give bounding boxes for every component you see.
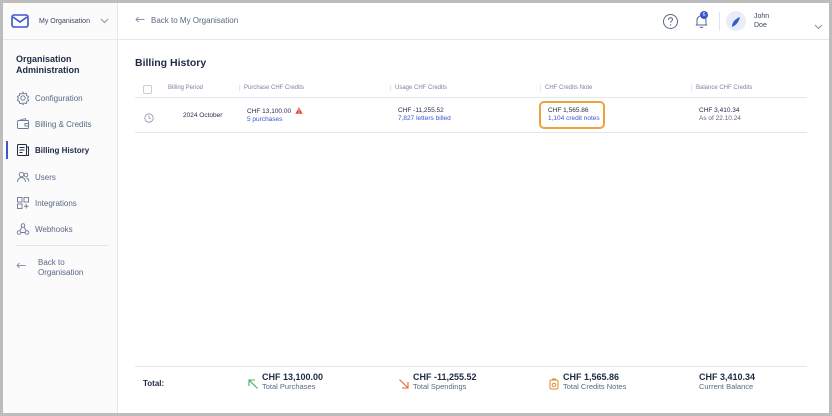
column-header-usage[interactable]: Usage CHF Credits	[390, 85, 447, 91]
app-window: My Organisation Organisation Administrat…	[3, 3, 829, 413]
table-header: Billing Period Purchase CHF Credits Usag…	[135, 82, 807, 98]
purchases-link[interactable]: 5 purchases	[247, 116, 302, 124]
total-purchases-value: CHF 13,100.00	[262, 372, 324, 382]
total-purchases-label: Total Purchases	[262, 382, 316, 391]
users-icon	[16, 170, 30, 184]
page-title: Billing History	[135, 57, 207, 69]
sidebar-item-label: Configuration	[35, 93, 83, 103]
total-spendings: CHF -11,255.52 Total Spendings	[398, 372, 477, 392]
total-credit-notes-label: Total Credits Notes	[563, 382, 627, 391]
back-to-organisation-label: Back to Organisation	[38, 258, 84, 277]
coins-icon	[548, 377, 560, 390]
sidebar-item-users[interactable]: Users	[3, 167, 118, 187]
table-row[interactable]: 2024 October CHF 13,100.00 5 purchases C…	[135, 98, 807, 133]
arrow-left-icon	[16, 262, 26, 271]
sidebar-item-label: Users	[35, 172, 56, 182]
purchase-amount: CHF 13,100.00	[247, 108, 292, 115]
org-switcher[interactable]: My Organisation	[3, 3, 118, 40]
arrow-down-right-icon	[398, 377, 410, 389]
wallet-icon	[16, 117, 30, 131]
org-name: My Organisation	[39, 17, 90, 25]
top-header: Back to My Organisation 6 John Doe	[118, 3, 829, 40]
sidebar-item-configuration[interactable]: Configuration	[3, 88, 118, 108]
total-spendings-label: Total Spendings	[413, 382, 467, 391]
header-divider	[719, 12, 720, 31]
avatar[interactable]	[726, 11, 746, 31]
user-first-name: John	[754, 13, 770, 20]
purchase-cell: CHF 13,100.00 5 purchases	[247, 107, 303, 124]
arrow-up-left-icon	[247, 377, 259, 389]
mail-logo-icon	[11, 14, 29, 28]
sidebar-divider	[16, 245, 108, 246]
arrow-left-icon	[135, 15, 145, 25]
back-to-organisation-link[interactable]: Back to Organisation	[16, 257, 111, 278]
chevron-down-icon[interactable]	[814, 17, 824, 30]
totals-label: Total:	[143, 379, 165, 388]
credits-note-cell: CHF 1,565.86 1,104 credit notes	[548, 107, 600, 123]
usage-cell: CHF -11,255.52 7,827 letters billed	[398, 107, 451, 123]
balance-cell: CHF 3,410.34 As of 22.10.24	[699, 107, 741, 123]
billing-period-cell: 2024 October	[183, 112, 222, 120]
column-header-purchase[interactable]: Purchase CHF Credits	[239, 85, 304, 91]
select-all-checkbox[interactable]	[143, 85, 152, 94]
current-balance-value: CHF 3,410.34	[699, 372, 756, 382]
notification-badge: 6	[700, 11, 708, 19]
total-credit-notes-value: CHF 1,565.86	[563, 372, 620, 382]
totals-bar: Total: CHF 13,100.00 Total Purchases CHF…	[135, 366, 807, 404]
sidebar-item-label: Billing & Credits	[35, 119, 92, 129]
sidebar: My Organisation Organisation Administrat…	[3, 3, 118, 413]
current-balance: CHF 3,410.34 Current Balance	[699, 372, 755, 392]
chevron-down-icon	[100, 18, 110, 24]
integrations-icon	[16, 196, 30, 210]
sidebar-title: Organisation Administration	[16, 54, 80, 75]
warning-icon	[295, 107, 303, 114]
clock-icon	[144, 110, 154, 123]
total-credit-notes: CHF 1,565.86 Total Credits Notes	[548, 372, 626, 392]
invoice-icon	[16, 143, 30, 157]
webhook-icon	[16, 222, 30, 236]
help-icon	[662, 14, 679, 34]
column-header-credits-note[interactable]: CHF Credits Note	[540, 85, 592, 91]
notifications-button[interactable]: 6	[692, 11, 712, 31]
column-header-balance[interactable]: Balance CHF Credits	[691, 85, 752, 91]
balance-amount: CHF 3,410.34	[699, 107, 740, 114]
sidebar-item-billing-history[interactable]: Billing History	[3, 140, 118, 160]
usage-amount: CHF -11,255.52	[398, 107, 444, 114]
sidebar-item-label: Webhooks	[35, 224, 73, 234]
credit-notes-link[interactable]: 1,104 credit notes	[548, 115, 600, 123]
sidebar-item-label: Integrations	[35, 198, 77, 208]
user-last-name: Doe	[754, 22, 767, 29]
bell-icon	[692, 15, 712, 35]
column-header-billing-period[interactable]: Billing Period	[164, 85, 203, 91]
back-to-my-organisation-link[interactable]: Back to My Organisation	[135, 15, 238, 25]
back-link-label: Back to My Organisation	[151, 15, 239, 25]
sidebar-item-webhooks[interactable]: Webhooks	[3, 219, 118, 239]
letters-billed-link[interactable]: 7,827 letters billed	[398, 115, 451, 123]
current-balance-label: Current Balance	[699, 382, 754, 391]
user-name[interactable]: John Doe	[754, 12, 769, 30]
help-button[interactable]	[662, 13, 679, 30]
credits-note-amount: CHF 1,565.86	[548, 107, 589, 114]
balance-date: As of 22.10.24	[699, 115, 741, 122]
sidebar-item-billing-credits[interactable]: Billing & Credits	[3, 114, 118, 134]
sidebar-item-integrations[interactable]: Integrations	[3, 193, 118, 213]
sidebar-item-label: Billing History	[35, 145, 90, 155]
gear-icon	[16, 91, 30, 105]
billing-period: 2024 October	[183, 112, 223, 119]
total-spendings-value: CHF -11,255.52	[413, 372, 477, 382]
total-purchases: CHF 13,100.00 Total Purchases	[247, 372, 323, 392]
